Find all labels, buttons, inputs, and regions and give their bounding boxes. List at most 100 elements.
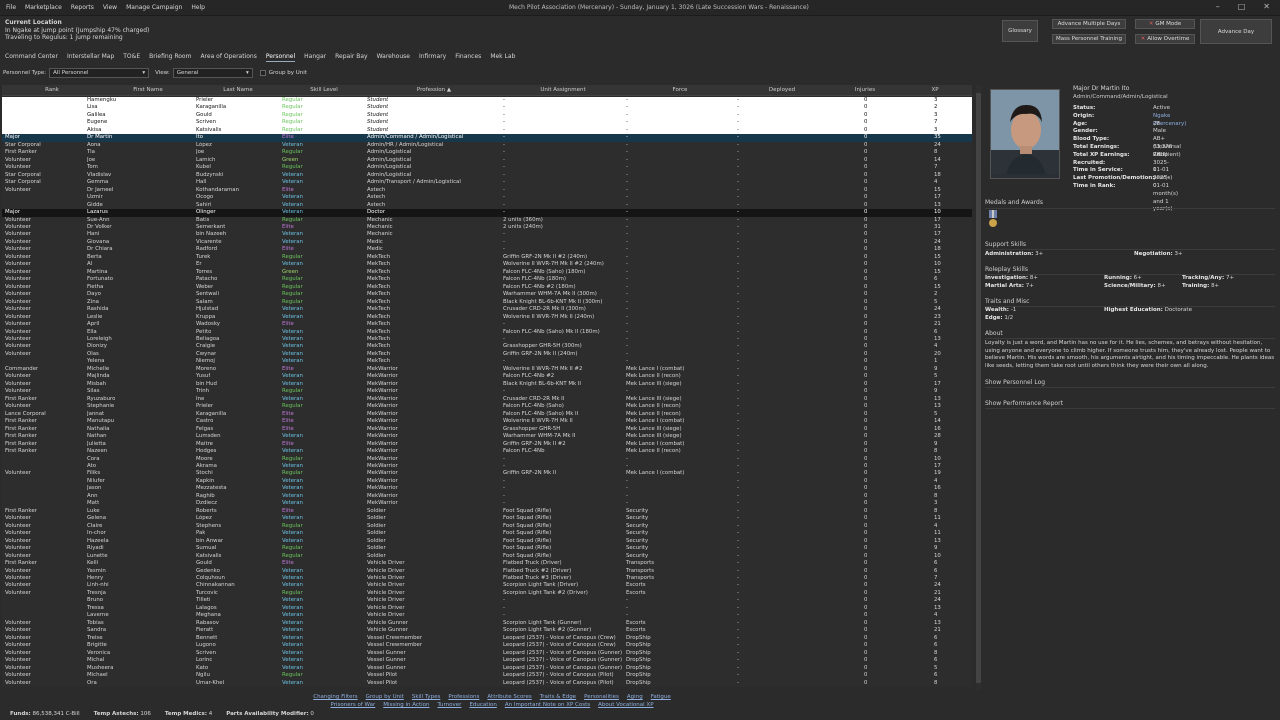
help-link[interactable]: Traits & Edge (540, 694, 576, 700)
table-row[interactable]: First Ranker Luke Roberts Elite Soldier Foot … (2, 507, 972, 516)
medal-icon[interactable] (988, 210, 998, 232)
table-row[interactable]: Tressa Lalagos Veteran Vehicle Driver - - - 0 13 (2, 604, 972, 613)
table-row[interactable]: Gidde Sahiri Veteran Astech - - - 0 13 (2, 201, 972, 210)
table-row[interactable]: Volunteer Brigitte Lugono Veteran Vessel Cre… (2, 642, 972, 650)
table-row[interactable]: Major Lazarus Olinger Veteran Doctor - - - 0 10 (2, 209, 972, 217)
help-link[interactable]: Attribute Scores (487, 694, 531, 700)
table-row[interactable]: First Ranker Tia Joe Regular Admin/Logistica… (2, 149, 972, 157)
help-link[interactable]: Prisoners of War (330, 702, 375, 708)
column-header-deployed[interactable]: Deployed (769, 87, 795, 93)
table-row[interactable]: Volunteer Dr Chiara Radford Elite Medic - - - 0 1… (2, 246, 972, 254)
table-row[interactable]: Bruno Tilleti Veteran Vehicle Driver - - - 0 24 (2, 597, 972, 605)
tab-finances[interactable]: Finances (455, 52, 481, 62)
table-row[interactable]: Volunteer Hani bin Nazeeh Veteran Mechanic - -… (2, 231, 972, 239)
allow-overtime-button[interactable]: ✕ Allow Overtime (1135, 34, 1195, 44)
table-row[interactable]: Volunteer Silas Trinh Regular MekWarrior - - - 0… (2, 388, 972, 396)
table-row[interactable]: Volunteer Joe Lamich Green Admin/Logistical -… (2, 156, 972, 165)
glossary-button[interactable]: Glossary (1002, 20, 1038, 42)
table-row[interactable]: Volunteer Dayo Sentwali Regular MekTech Warha… (2, 291, 972, 299)
help-link[interactable]: An Important Note on XP Costs (505, 702, 590, 708)
table-row[interactable]: Volunteer Michael Ngilu Regular Vessel Pilot… (2, 672, 972, 680)
table-row[interactable]: Volunteer Dionizy Craigie Veteran MekTech Gra… (2, 343, 972, 351)
view-select[interactable]: General ▾ (172, 68, 253, 78)
menu-file[interactable]: File (6, 4, 16, 11)
table-row[interactable]: Volunteer Michal Lorinc Veteran Vessel Gunne… (2, 657, 972, 665)
table-row[interactable]: Star Corporal Vladislav Budzynski Veteran Ad… (2, 171, 972, 180)
table-row[interactable]: Ato Akrama Veteran MekWarrior - - - 0 17 (2, 462, 972, 471)
tab-repair-bay[interactable]: Repair Bay (335, 52, 367, 62)
table-row[interactable]: Volunteer Majlinda Yusuf Veteran MekWarrior F… (2, 373, 972, 381)
mass-training-button[interactable]: Mass Personnel Training (1052, 34, 1126, 44)
table-row[interactable]: Commander Michelle Moreno Elite MekWarrior Wo… (2, 365, 972, 374)
personnel-type-select[interactable]: All Personnel ▾ (49, 68, 150, 78)
tab-personnel[interactable]: Personnel (265, 52, 296, 62)
tab-toe[interactable]: TO&E (123, 52, 140, 62)
help-link[interactable]: Changing Filters (313, 694, 357, 700)
gm-mode-button[interactable]: ✕ GM Mode (1135, 19, 1195, 29)
maximize-icon[interactable]: □ (1238, 2, 1246, 11)
table-row[interactable]: Star Corporal Aona López Veteran Admin/HR / … (2, 141, 972, 150)
help-link[interactable]: Aging (627, 694, 643, 700)
help-link[interactable]: Missing in Action (383, 702, 429, 708)
table-row[interactable]: Volunteer Giovana Vicarente Veteran Medic - - -… (2, 238, 972, 247)
table-row[interactable]: Volunteer Misbah bin Hud Veteran MekWarrior B… (2, 380, 972, 389)
table-row[interactable]: Galilea Gould Regular Student - - - 0 3 (2, 111, 972, 120)
table-row[interactable]: Lance Corporal Jannat Karaganilla Elite MekW… (2, 410, 972, 419)
help-link[interactable]: Fatigue (651, 694, 671, 700)
menu-reports[interactable]: Reports (71, 4, 94, 11)
table-row[interactable]: Volunteer Rashida Hjulstad Veteran MekTech Cr… (2, 306, 972, 314)
menu-manage-campaign[interactable]: Manage Campaign (126, 4, 182, 11)
table-row[interactable]: Volunteer Musheera Kato Veteran Vessel Gunne… (2, 664, 972, 673)
column-header-unit-assignment[interactable]: Unit Assignment (540, 87, 585, 93)
table-row[interactable]: Volunteer Lunette Katsivalis Regular Soldier… (2, 552, 972, 561)
column-header-profession[interactable]: Profession ▲ (417, 87, 451, 93)
table-row[interactable]: Volunteer Berta Turek Regular MekTech Griffin… (2, 253, 972, 262)
table-row[interactable]: First Ranker Nazeen Hodges Veteran MekWarrio… (2, 448, 972, 456)
table-scrollbar[interactable] (976, 85, 981, 690)
table-row[interactable]: Volunteer Fietha Weber Regular MekTech Falcon… (2, 283, 972, 292)
show-performance-report-link[interactable]: Show Performance Report (985, 400, 1063, 407)
table-row[interactable]: Volunteer Olas Cwynar Veteran MekTech Griffin… (2, 350, 972, 359)
table-row[interactable]: Volunteer Sandra Fieratt Veteran Vehicle Gun… (2, 627, 972, 635)
help-link[interactable]: Skill Types (412, 694, 441, 700)
close-icon[interactable]: ✕ (1263, 2, 1270, 11)
tab-area-of-operations[interactable]: Area of Operations (200, 52, 256, 62)
table-row[interactable]: Volunteer Yasmin Gedenko Veteran Vehicle Dri… (2, 567, 972, 575)
table-row[interactable]: Volunteer Claire Stephens Regular Soldier Foo… (2, 522, 972, 531)
table-row[interactable]: Volunteer Dr Jameel Kothandaraman Elite Aste… (2, 186, 972, 195)
help-link[interactable]: Personalities (584, 694, 619, 700)
table-row[interactable]: Hamengku Prieler Regular Student - - - 0 3 (2, 97, 972, 105)
tab-warehouse[interactable]: Warehouse (377, 52, 410, 62)
column-header-force[interactable]: Force (673, 87, 688, 93)
table-row[interactable]: Volunteer Linh-nhi Chinnakannan Veteran Vehi… (2, 582, 972, 590)
tab-hangar[interactable]: Hangar (304, 52, 326, 62)
group-by-unit-checkbox[interactable] (259, 70, 266, 76)
column-header-rank[interactable]: Rank (45, 87, 59, 93)
table-row[interactable]: Volunteer Al Er Veteran MekTech Wolverine II … (2, 261, 972, 269)
table-row[interactable]: Volunteer In-chor Pak Veteran Soldier Foot Sq… (2, 530, 972, 538)
column-header-skill-level[interactable]: Skill Level (310, 87, 338, 93)
table-row[interactable]: Matt Dzdiecz Veteran MekWarrior - - - 0 3 (2, 500, 972, 508)
table-row[interactable]: First Ranker Nathalia Felgas Elite MekWarrio… (2, 425, 972, 434)
show-personnel-log-link[interactable]: Show Personnel Log (985, 379, 1045, 386)
table-row[interactable]: Lisa Karaganilla Regular Student - - - 0 2 (2, 104, 972, 112)
scrollbar-thumb[interactable] (976, 93, 981, 683)
table-row[interactable]: Volunteer Tom Kubel Regular Admin/Logistical… (2, 164, 972, 172)
column-header-xp[interactable]: XP (931, 87, 938, 93)
menu-view[interactable]: View (103, 4, 117, 11)
help-link[interactable]: Education (469, 702, 496, 708)
table-row[interactable]: Star Corporal Gemma Hall Veteran Admin/Trans… (2, 179, 972, 187)
table-row[interactable]: First Ranker Ryuzaburo Ine Veteran MekWarrio… (2, 395, 972, 404)
table-row[interactable]: Volunteer Dr Volker Semerkant Elite Mechanic… (2, 223, 972, 232)
table-row[interactable]: Nilufer Kapkin Veteran MekWarrior - - - 0 4 (2, 477, 972, 486)
column-header-last-name[interactable]: Last Name (223, 87, 252, 93)
table-row[interactable]: Yelena Niemoj Veteran MekTech - - - 0 1 (2, 358, 972, 366)
minimize-icon[interactable]: – (1216, 2, 1220, 11)
table-row[interactable]: Volunteer Veronica Scriven Veteran Vessel Gu… (2, 649, 972, 658)
table-row[interactable]: Major Dr Martin Ito Elite Admin/Command / Ad… (2, 134, 972, 142)
help-link[interactable]: Professions (448, 694, 479, 700)
table-row[interactable]: Volunteer Fortunato Patacho Regular MekTech F… (2, 276, 972, 284)
help-link[interactable]: About Vocational XP (598, 702, 653, 708)
table-row[interactable]: First Ranker Nathan Lumsden Veteran MekWarri… (2, 433, 972, 441)
column-header-injuries[interactable]: Injuries (855, 87, 875, 93)
